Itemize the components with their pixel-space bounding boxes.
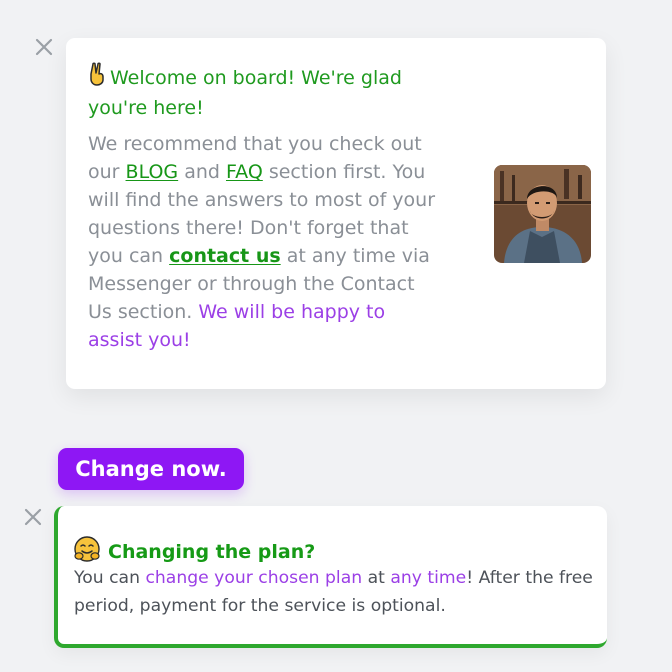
close-plan-button[interactable] bbox=[22, 506, 44, 528]
welcome-title-text: Welcome on board! We're glad you're here… bbox=[88, 67, 402, 119]
faq-link[interactable]: FAQ bbox=[226, 161, 263, 183]
plan-card: Changing the plan? You can change your c… bbox=[54, 506, 607, 648]
plan-body-text-1: You can bbox=[74, 568, 146, 588]
plan-title-text: Changing the plan? bbox=[108, 541, 316, 563]
welcome-title: Welcome on board! We're glad you're here… bbox=[88, 62, 418, 122]
plan-body-text-2: at bbox=[362, 568, 391, 588]
contact-us-link[interactable]: contact us bbox=[169, 245, 281, 267]
change-now-button[interactable]: Change now. bbox=[58, 448, 244, 490]
avatar bbox=[494, 165, 591, 263]
plan-body: You can change your chosen plan at any t… bbox=[74, 564, 594, 620]
change-plan-link[interactable]: change your chosen plan bbox=[145, 568, 362, 588]
victory-hand-emoji bbox=[88, 62, 106, 94]
close-welcome-button[interactable] bbox=[33, 36, 55, 58]
any-time-link[interactable]: any time bbox=[390, 568, 466, 588]
welcome-card: Welcome on board! We're glad you're here… bbox=[66, 38, 606, 389]
welcome-body: We recommend that you check out our BLOG… bbox=[88, 130, 444, 354]
welcome-body-text-2: and bbox=[178, 161, 226, 183]
close-icon bbox=[35, 38, 53, 56]
blog-link[interactable]: BLOG bbox=[126, 161, 179, 183]
close-icon bbox=[24, 508, 42, 526]
